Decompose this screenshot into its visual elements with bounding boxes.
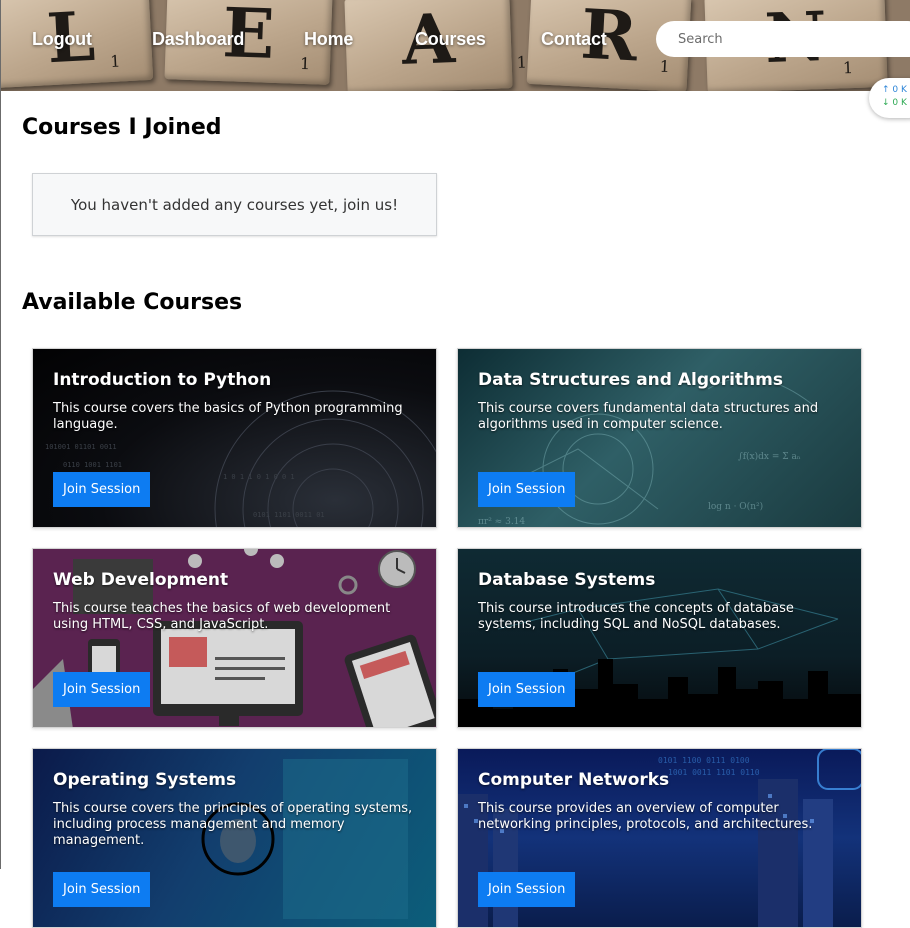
nav-dashboard-link[interactable]: Dashboard	[152, 29, 244, 50]
course-card-operating-systems: Operating Systems This course covers the…	[32, 748, 437, 928]
course-description: This course covers the principles of ope…	[53, 801, 413, 848]
svg-text:1001 0011 1101 0110: 1001 0011 1101 0110	[668, 768, 760, 777]
course-description: This course introduces the concepts of d…	[478, 601, 794, 632]
course-title: Web Development	[53, 570, 229, 590]
svg-text:log n · O(n²): log n · O(n²)	[708, 501, 763, 512]
svg-text:101001 01101 0011: 101001 01101 0011	[45, 443, 117, 451]
join-session-button[interactable]: Join Session	[478, 472, 576, 507]
download-speed: ↓ 0 K	[882, 98, 907, 108]
search-input[interactable]	[656, 21, 910, 57]
joined-courses-heading: Courses I Joined	[22, 115, 222, 140]
course-description: This course teaches the basics of web de…	[53, 601, 391, 632]
course-title: Data Structures and Algorithms	[478, 370, 783, 390]
svg-text:1 0 1 1 0 1 0 0 1: 1 0 1 1 0 1 0 0 1	[223, 473, 295, 481]
tile-points: 1	[659, 56, 671, 77]
course-description: This course covers the basics of Python …	[53, 401, 403, 432]
course-title: Introduction to Python	[53, 370, 272, 390]
empty-courses-notice: You haven't added any courses yet, join …	[32, 173, 437, 236]
tile-points: 1	[299, 53, 311, 74]
course-card-dsa: ∫f(x)dx = Σ aₙ log n · O(n²) πr² ≈ 3.14 D…	[457, 348, 862, 528]
join-session-button[interactable]: Join Session	[478, 672, 576, 707]
tile-points: 1	[109, 51, 121, 71]
nav-contact-link[interactable]: Contact	[541, 29, 607, 50]
join-session-button[interactable]: Join Session	[53, 672, 151, 707]
course-title: Computer Networks	[478, 770, 670, 790]
svg-text:∫f(x)dx = Σ aₙ: ∫f(x)dx = Σ aₙ	[738, 451, 801, 462]
svg-text:0101 1101 0011 01: 0101 1101 0011 01	[253, 511, 325, 519]
available-courses-heading: Available Courses	[22, 290, 243, 315]
course-card-computer-networks: 0101 1100 0111 0100 1001 0011 1101 0110 C…	[457, 748, 862, 928]
nav-courses-link[interactable]: Courses	[415, 29, 486, 50]
join-session-button[interactable]: Join Session	[53, 872, 151, 907]
course-title: Database Systems	[478, 570, 656, 590]
nav-logout-link[interactable]: Logout	[32, 29, 92, 50]
course-card-web-development: Web Development This course teaches the …	[32, 548, 437, 728]
join-session-button[interactable]: Join Session	[478, 872, 576, 907]
course-description: This course covers fundamental data stru…	[478, 401, 819, 432]
course-description: This course provides an overview of comp…	[478, 801, 813, 832]
network-speed-widget: ↑ 0 K ↓ 0 K	[869, 78, 910, 118]
header-banner: L 1 E 1 A 1 R 1 N 1 Logout Dashboard Hom…	[1, 0, 910, 91]
tile-points: 1	[842, 58, 854, 78]
course-card-python: 101001 01101 0011 0110 1001 1101 1 0 1 1 …	[32, 348, 437, 528]
nav-home-link[interactable]: Home	[304, 29, 353, 50]
join-session-button[interactable]: Join Session	[53, 472, 151, 507]
svg-text:0101 1100 0111 0100: 0101 1100 0111 0100	[658, 756, 750, 765]
empty-courses-message: You haven't added any courses yet, join …	[70, 195, 399, 214]
upload-speed: ↑ 0 K	[882, 85, 907, 95]
tile-points: 1	[516, 52, 528, 72]
svg-text:0110 1001 1101: 0110 1001 1101	[63, 461, 122, 469]
course-title: Operating Systems	[53, 770, 237, 790]
svg-text:πr² ≈ 3.14: πr² ≈ 3.14	[478, 517, 525, 527]
course-card-database-systems: Database Systems This course introduces …	[457, 548, 862, 728]
